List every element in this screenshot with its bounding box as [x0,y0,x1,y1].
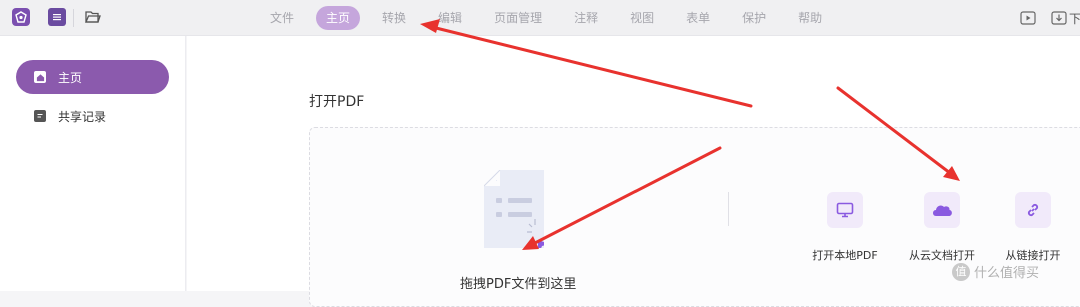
document-icon [34,110,46,122]
sidebar: 主页 共享记录 [0,36,186,291]
home-icon [34,71,46,83]
cloud-icon [924,192,960,228]
open-from-cloud-button[interactable]: 从云文档打开 [897,192,987,263]
toolbar-separator [73,9,74,27]
open-from-link-button[interactable]: 从链接打开 [988,192,1078,263]
tab-view[interactable]: 视图 [620,6,664,30]
app-logo-icon[interactable] [12,8,30,26]
tab-page-management[interactable]: 页面管理 [484,6,552,30]
page-title: 打开PDF [309,94,365,110]
action-label: 打开本地PDF [812,249,878,262]
ribbon-tabs: 文件 主页 转换 编辑 页面管理 注释 视图 表单 保护 帮助 [260,6,844,30]
folder-open-icon[interactable] [84,8,102,26]
sidebar-item-label: 共享记录 [58,109,107,124]
tab-edit[interactable]: 编辑 [428,6,472,30]
tab-form[interactable]: 表单 [676,6,720,30]
watermark-text: 什么值得买 [974,266,1040,281]
watermark-logo: 值 [952,262,970,281]
drop-zone-label: 拖拽PDF文件到这里 [460,277,577,292]
tab-convert[interactable]: 转换 [372,6,416,30]
link-icon [1015,192,1051,228]
play-icon[interactable] [1020,10,1036,26]
menu-icon[interactable] [48,8,66,26]
tab-home[interactable]: 主页 [316,6,361,30]
open-local-pdf-button[interactable]: 打开本地PDF [800,192,890,263]
top-toolbar: 文件 主页 转换 编辑 页面管理 注释 视图 表单 保护 帮助 下 [0,0,1080,36]
download-icon[interactable] [1051,10,1067,26]
action-label: 从云文档打开 [909,249,975,262]
watermark: 值 什么值得买 [952,262,1039,281]
download-label[interactable]: 下 [1069,10,1080,27]
sidebar-item-label: 主页 [58,70,83,85]
tab-annotate[interactable]: 注释 [564,6,608,30]
file-drop-icon[interactable] [484,170,544,248]
tab-help[interactable]: 帮助 [788,6,832,30]
divider [728,192,729,226]
main-content: 打开PDF 拖拽PDF文件到这里 打开本地PDF 从云文档打开 从链接打开 [187,36,1080,307]
action-label: 从链接打开 [1005,249,1061,262]
monitor-icon [827,192,863,228]
tab-file[interactable]: 文件 [260,6,304,30]
sidebar-item-shared-records[interactable]: 共享记录 [16,99,169,133]
tab-protect[interactable]: 保护 [732,6,776,30]
sidebar-item-home[interactable]: 主页 [16,60,169,94]
